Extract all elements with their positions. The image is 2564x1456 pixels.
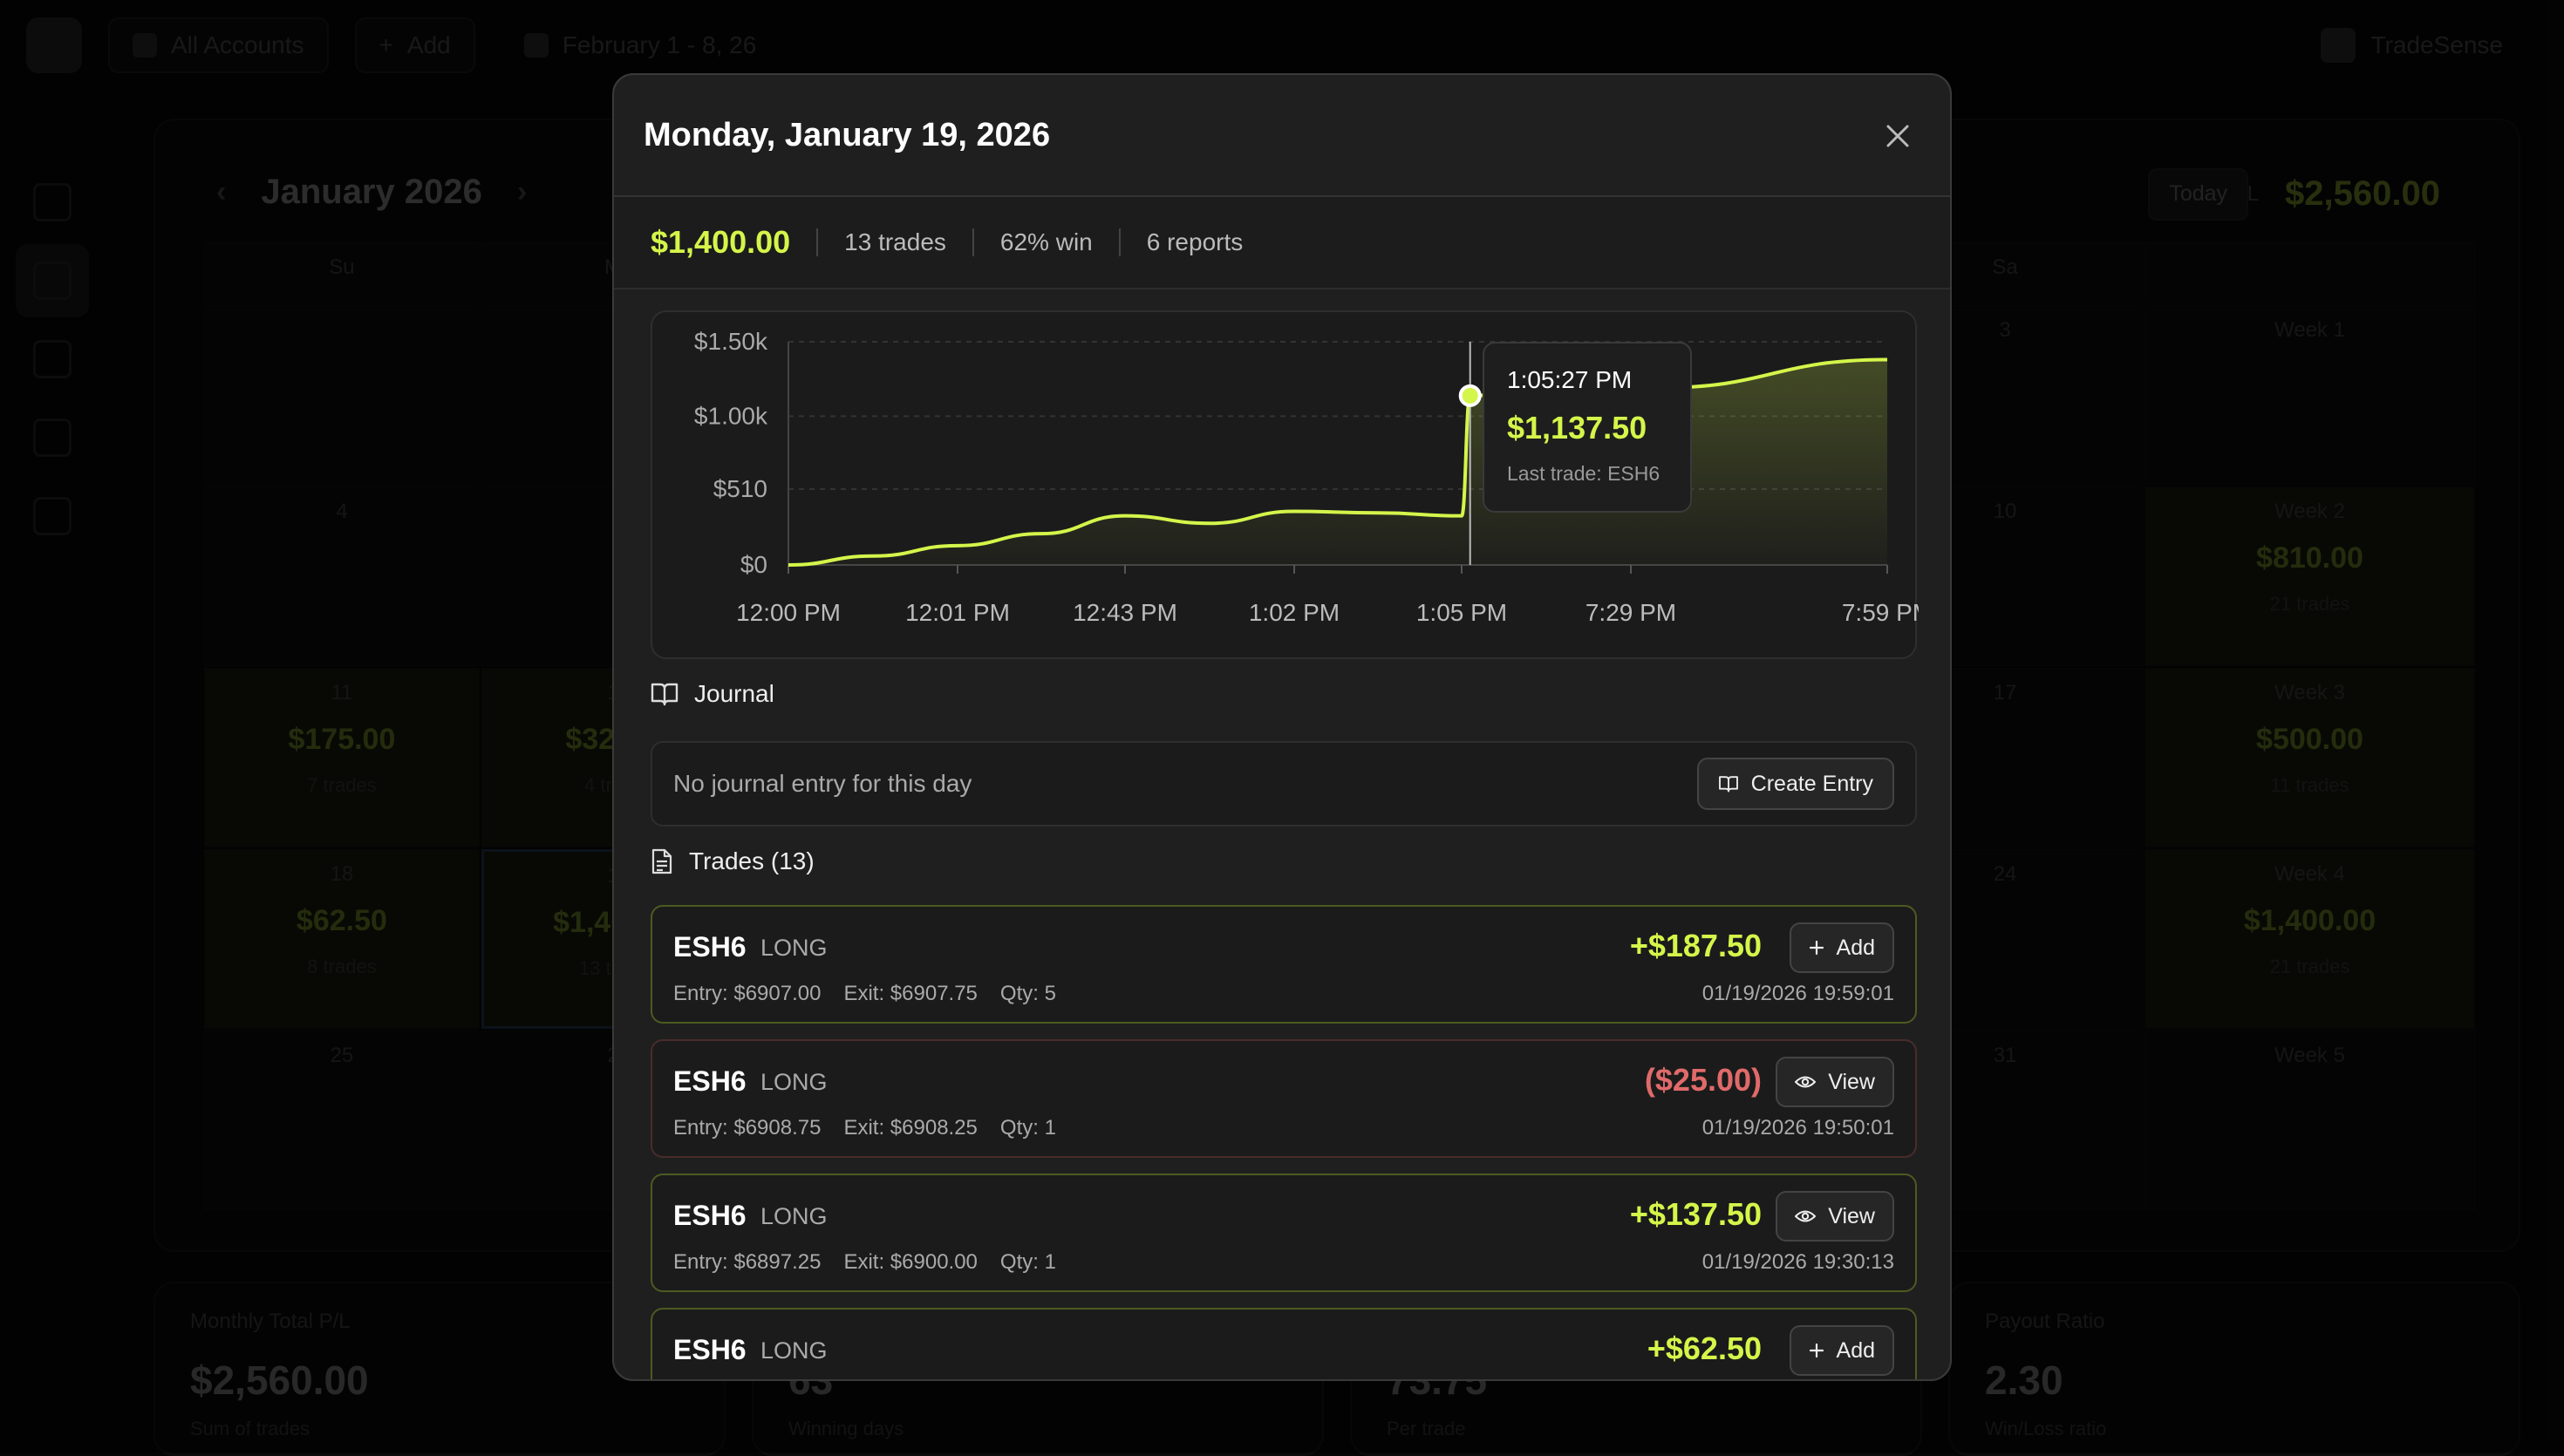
day-detail-modal: Monday, January 19, 2026 $1,400.00 13 tr… xyxy=(612,73,1952,1381)
action-label: Add xyxy=(1837,1338,1875,1364)
add-button[interactable]: Add xyxy=(1790,1325,1894,1376)
plus-icon xyxy=(1809,940,1824,956)
tooltip-time: 1:05:27 PM xyxy=(1507,366,1690,394)
journal-empty-text: No journal entry for this day xyxy=(673,770,972,798)
y-tick-label: $1.50k xyxy=(694,328,768,355)
y-tick-label: $510 xyxy=(713,475,767,502)
trade-symbol: ESH6 xyxy=(673,1200,747,1232)
trade-symbol: ESH6 xyxy=(673,1334,747,1366)
x-tick-label: 12:43 PM xyxy=(1073,599,1177,626)
trade-pnl: +$187.50 xyxy=(1630,928,1762,964)
trade-entry: Entry: $6897.25 xyxy=(673,1250,821,1275)
trade-timestamp: 01/19/2026 19:30:13 xyxy=(1702,1250,1894,1275)
close-button[interactable] xyxy=(1877,115,1919,157)
trade-row[interactable]: ESH6 LONG +$137.50 View Entry: $6897.25 Exit:… xyxy=(651,1174,1917,1292)
trade-pnl: +$137.50 xyxy=(1630,1196,1762,1233)
trade-symbol: ESH6 xyxy=(673,1065,747,1098)
trade-row[interactable]: ESH6 LONG +$187.50 Add Entry: $6907.00 Exit: … xyxy=(651,905,1917,1024)
trade-symbol: ESH6 xyxy=(673,931,747,963)
book-open-icon xyxy=(1718,775,1739,793)
view-button[interactable]: View xyxy=(1776,1191,1894,1242)
trade-details: Entry: $6897.25 Exit: $6900.00 Qty: 1 xyxy=(673,1250,1056,1275)
tooltip-value: $1,137.50 xyxy=(1507,410,1690,446)
tooltip-label: Last trade: ESH6 xyxy=(1507,462,1690,486)
report-count: 6 reports xyxy=(1147,228,1244,256)
eye-icon xyxy=(1795,1074,1816,1090)
add-button[interactable]: Add xyxy=(1790,922,1894,973)
x-tick-label: 12:00 PM xyxy=(736,599,841,626)
modal-title: Monday, January 19, 2026 xyxy=(644,117,1050,154)
trade-qty: Qty: 1 xyxy=(1000,1116,1056,1140)
book-open-icon xyxy=(651,682,679,706)
pnl-chart[interactable]: $0 $510 $1.00k $1.50k 12:00 PM 12:01 PM 12:43 … xyxy=(651,310,1917,659)
x-tick-label: 12:01 PM xyxy=(905,599,1010,626)
pnl-chart-svg: $0 $510 $1.00k $1.50k 12:00 PM 12:01 PM 12:43 … xyxy=(652,312,1919,661)
x-tick-label: 7:59 PM xyxy=(1842,599,1919,626)
file-text-icon xyxy=(651,848,673,874)
trade-timestamp: 01/19/2026 19:50:01 xyxy=(1702,1116,1894,1140)
trade-side: LONG xyxy=(760,1337,828,1364)
trade-exit: Exit: $6908.25 xyxy=(843,1116,977,1140)
journal-title-label: Journal xyxy=(694,680,774,708)
day-pnl: $1,400.00 xyxy=(651,224,790,261)
hover-point xyxy=(1461,386,1480,405)
divider xyxy=(816,228,818,256)
trade-qty: Qty: 1 xyxy=(1000,1250,1056,1275)
trade-side: LONG xyxy=(760,1069,828,1096)
trade-exit: Exit: $6900.00 xyxy=(843,1250,977,1275)
action-label: View xyxy=(1828,1070,1875,1095)
journal-entry-box: No journal entry for this day Create Ent… xyxy=(651,741,1917,827)
view-button[interactable]: View xyxy=(1776,1057,1894,1107)
trade-side: LONG xyxy=(760,1203,828,1230)
y-tick-label: $1.00k xyxy=(694,402,768,429)
trade-side: LONG xyxy=(760,935,828,962)
plus-icon xyxy=(1809,1343,1824,1358)
trade-row[interactable]: ESH6 LONG ($25.00) View Entry: $6908.75 Exit:… xyxy=(651,1039,1917,1158)
trade-count: 13 trades xyxy=(844,228,946,256)
modal-body: $0 $510 $1.00k $1.50k 12:00 PM 12:01 PM 12:43 … xyxy=(651,310,1917,659)
x-tick-label: 1:02 PM xyxy=(1249,599,1340,626)
trade-qty: Qty: 5 xyxy=(1000,982,1056,1006)
trade-row[interactable]: ESH6 LONG +$62.50 Add xyxy=(651,1308,1917,1381)
chart-tooltip: 1:05:27 PM $1,137.50 Last trade: ESH6 xyxy=(1483,342,1692,513)
divider xyxy=(1119,228,1121,256)
eye-icon xyxy=(1795,1208,1816,1224)
action-label: Add xyxy=(1837,936,1875,961)
create-entry-button[interactable]: Create Entry xyxy=(1697,758,1894,810)
trade-pnl: ($25.00) xyxy=(1645,1062,1762,1099)
win-rate: 62% win xyxy=(1000,228,1093,256)
create-entry-label: Create Entry xyxy=(1751,772,1873,797)
close-icon xyxy=(1885,123,1911,149)
trade-details: Entry: $6907.00 Exit: $6907.75 Qty: 5 xyxy=(673,982,1056,1006)
trade-timestamp: 01/19/2026 19:59:01 xyxy=(1702,982,1894,1006)
series-area xyxy=(788,359,1887,565)
trades-section-title: Trades (13) xyxy=(651,847,815,875)
trade-exit: Exit: $6907.75 xyxy=(843,982,977,1006)
journal-section-title: Journal xyxy=(651,680,774,708)
trade-pnl: +$62.50 xyxy=(1647,1330,1762,1367)
y-tick-label: $0 xyxy=(740,551,767,578)
trade-entry: Entry: $6907.00 xyxy=(673,982,821,1006)
x-tick-label: 1:05 PM xyxy=(1416,599,1507,626)
divider xyxy=(972,228,974,256)
modal-header: Monday, January 19, 2026 xyxy=(614,75,1950,197)
action-label: View xyxy=(1828,1204,1875,1229)
trades-title-label: Trades (13) xyxy=(689,847,815,875)
trade-entry: Entry: $6908.75 xyxy=(673,1116,821,1140)
day-summary: $1,400.00 13 trades 62% win 6 reports xyxy=(614,197,1950,289)
x-tick-label: 7:29 PM xyxy=(1585,599,1676,626)
trade-details: Entry: $6908.75 Exit: $6908.25 Qty: 1 xyxy=(673,1116,1056,1140)
